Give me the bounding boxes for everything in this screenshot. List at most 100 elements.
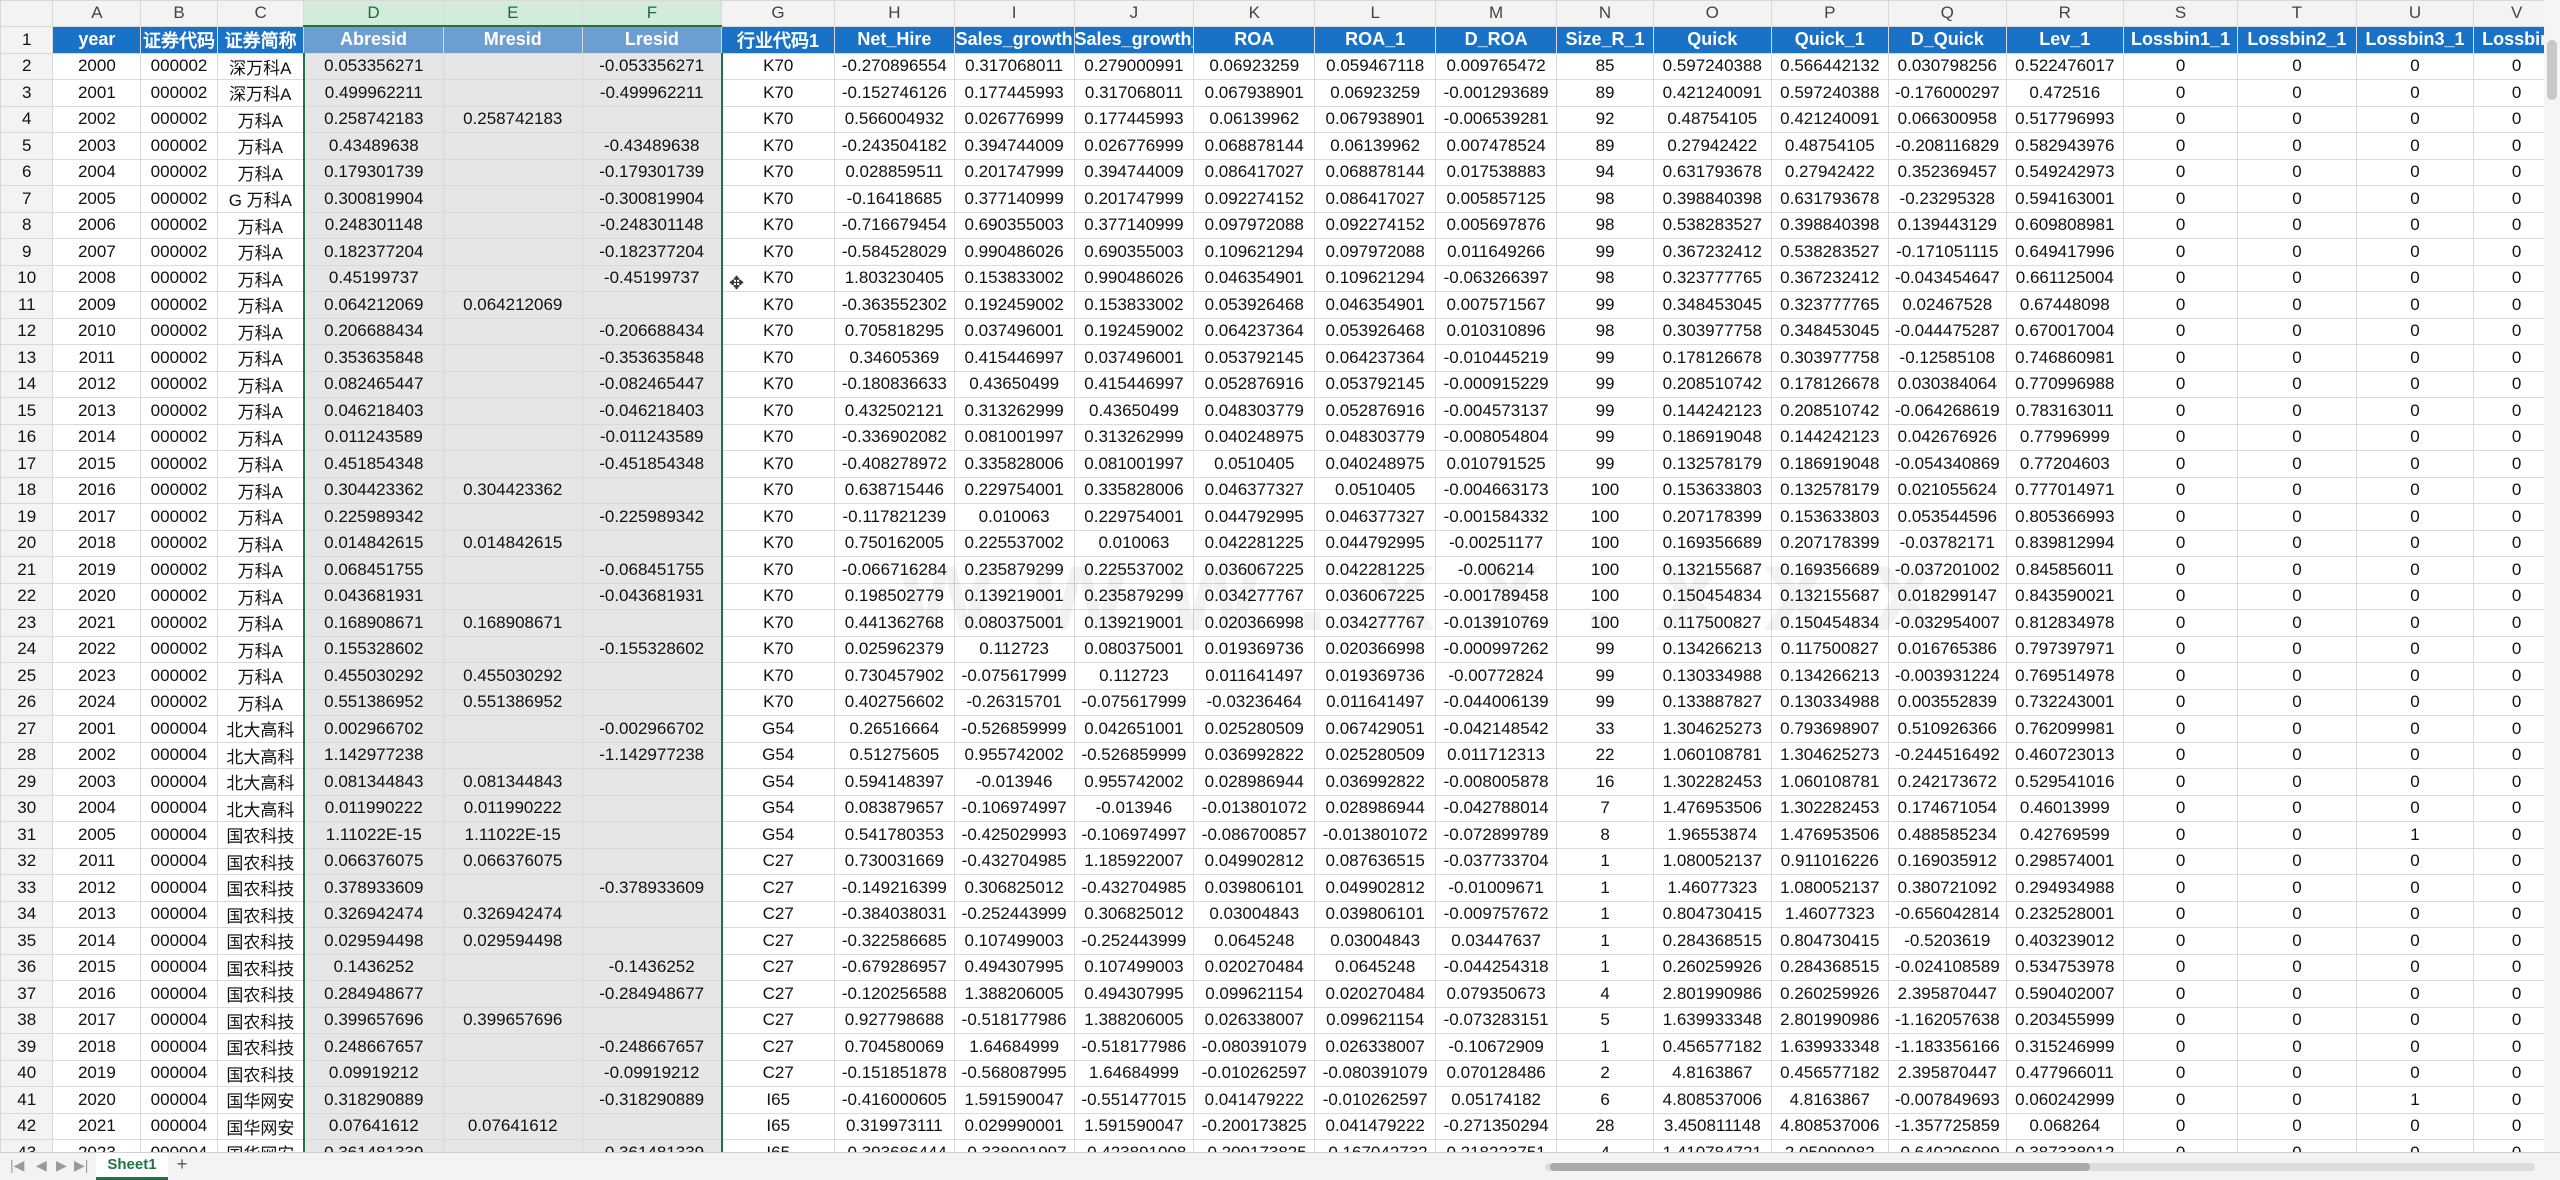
- cell[interactable]: 0: [2237, 635, 2357, 663]
- cell[interactable]: 0.522476017: [2005, 52, 2125, 80]
- cell[interactable]: 0.317068011: [1073, 79, 1195, 107]
- column-letter-K[interactable]: K: [1193, 0, 1316, 27]
- cell[interactable]: 000002: [140, 476, 218, 504]
- row-number[interactable]: 36: [0, 953, 54, 981]
- cell[interactable]: 2.395870447: [1888, 980, 2007, 1008]
- cell[interactable]: -0.00772824: [1435, 662, 1558, 690]
- cell[interactable]: 0.783163011: [2005, 397, 2125, 425]
- cell[interactable]: -0.243504182: [833, 132, 955, 160]
- cell[interactable]: 0: [2237, 423, 2357, 451]
- cell[interactable]: -0.270896554: [833, 52, 955, 80]
- cell[interactable]: 0.927798688: [833, 1006, 955, 1034]
- cell[interactable]: K70: [721, 450, 835, 478]
- cell[interactable]: -0.086700857: [1193, 821, 1316, 849]
- cell[interactable]: [442, 1139, 583, 1152]
- cell[interactable]: 0.112723: [953, 635, 1075, 663]
- cell[interactable]: 0.068451755: [302, 556, 444, 584]
- cell[interactable]: 0.260259926: [1653, 953, 1772, 981]
- cell[interactable]: 0.068264: [2005, 1112, 2125, 1140]
- cell[interactable]: 0: [2123, 768, 2239, 796]
- row-number[interactable]: 12: [0, 317, 54, 345]
- cell[interactable]: 0: [2237, 370, 2357, 398]
- cell[interactable]: 0.300819904: [302, 185, 444, 213]
- cell[interactable]: 1.410784721: [1653, 1139, 1772, 1152]
- cell[interactable]: 0: [2355, 397, 2475, 425]
- cell[interactable]: 100: [1556, 582, 1655, 610]
- cell[interactable]: 1.302282453: [1770, 794, 1890, 822]
- cell[interactable]: 1.304625273: [1653, 715, 1772, 743]
- cell[interactable]: 0: [2237, 317, 2357, 345]
- row-number[interactable]: 29: [0, 768, 54, 796]
- cell[interactable]: 2003: [52, 132, 142, 160]
- cell[interactable]: K70: [721, 211, 835, 239]
- cell[interactable]: 0: [2237, 344, 2357, 372]
- cell[interactable]: [442, 1059, 583, 1087]
- cell[interactable]: 0.011243589: [302, 423, 444, 451]
- cell[interactable]: -0.248301148: [581, 211, 723, 239]
- cell[interactable]: 0: [2237, 688, 2357, 716]
- cell[interactable]: 0: [2355, 741, 2475, 769]
- cell[interactable]: 0: [2123, 980, 2239, 1008]
- cell[interactable]: 0.770996988: [2005, 370, 2125, 398]
- cell[interactable]: 0.044792995: [1314, 529, 1437, 557]
- cell[interactable]: -0.167042732: [1314, 1139, 1437, 1152]
- cell[interactable]: 000002: [140, 132, 218, 160]
- cell[interactable]: [581, 529, 723, 557]
- cell[interactable]: 000002: [140, 344, 218, 372]
- cell[interactable]: -0.044254318: [1435, 953, 1558, 981]
- cell[interactable]: 2003: [52, 768, 142, 796]
- cell[interactable]: 2019: [52, 1059, 142, 1087]
- cell[interactable]: 0.019369736: [1314, 662, 1437, 690]
- cell[interactable]: -0.526859999: [953, 715, 1075, 743]
- row-number[interactable]: 13: [0, 344, 54, 372]
- cell[interactable]: 0: [2355, 317, 2475, 345]
- cell[interactable]: [581, 476, 723, 504]
- row-number[interactable]: 40: [0, 1059, 54, 1087]
- cell[interactable]: 0: [2123, 1033, 2239, 1061]
- cell[interactable]: 2013: [52, 397, 142, 425]
- cell[interactable]: 1.591590047: [1073, 1112, 1195, 1140]
- cell[interactable]: C27: [721, 980, 835, 1008]
- cell[interactable]: 0.052876916: [1193, 370, 1316, 398]
- cell[interactable]: 0.132578179: [1770, 476, 1890, 504]
- cell[interactable]: 0.43650499: [1073, 397, 1195, 425]
- cell[interactable]: 0: [2123, 715, 2239, 743]
- cell[interactable]: 0.132155687: [1653, 556, 1772, 584]
- cell[interactable]: 0.053544596: [1888, 503, 2007, 531]
- cell[interactable]: 0: [2237, 609, 2357, 637]
- column-letter-O[interactable]: O: [1653, 0, 1772, 27]
- cell[interactable]: 000004: [140, 1086, 218, 1114]
- cell[interactable]: 0: [2237, 715, 2357, 743]
- cell[interactable]: -0.082465447: [581, 370, 723, 398]
- cell[interactable]: 000002: [140, 317, 218, 345]
- cell[interactable]: 万科A: [216, 370, 305, 398]
- cell[interactable]: -0.361481339: [581, 1139, 723, 1152]
- cell[interactable]: 0.011641497: [1314, 688, 1437, 716]
- cell[interactable]: [442, 317, 583, 345]
- cell[interactable]: 0.169356689: [1770, 556, 1890, 584]
- cell[interactable]: 0.631793678: [1653, 158, 1772, 186]
- cell[interactable]: -0.043454647: [1888, 264, 2007, 292]
- cell[interactable]: 国农科技: [216, 927, 305, 955]
- cell[interactable]: 0.42769599: [2005, 821, 2125, 849]
- column-title[interactable]: year: [52, 25, 142, 54]
- row-number[interactable]: 5: [0, 132, 54, 160]
- cell[interactable]: 0.067938901: [1314, 105, 1437, 133]
- cell[interactable]: 0.097972088: [1314, 238, 1437, 266]
- cell[interactable]: 万科A: [216, 688, 305, 716]
- cell[interactable]: 0.517796993: [2005, 105, 2125, 133]
- row-number[interactable]: 20: [0, 529, 54, 557]
- cell[interactable]: 国华网安: [216, 1086, 305, 1114]
- cell[interactable]: [442, 450, 583, 478]
- cell[interactable]: 0.260259926: [1770, 980, 1890, 1008]
- cell[interactable]: 1.302282453: [1653, 768, 1772, 796]
- cell[interactable]: [442, 185, 583, 213]
- cell[interactable]: 0: [2237, 582, 2357, 610]
- cell[interactable]: 0.026776999: [953, 105, 1075, 133]
- row-number[interactable]: 42: [0, 1112, 54, 1140]
- cell[interactable]: 0.092274152: [1193, 185, 1316, 213]
- cell[interactable]: 1.304625273: [1770, 741, 1890, 769]
- cell[interactable]: 99: [1556, 635, 1655, 663]
- cell[interactable]: K70: [721, 79, 835, 107]
- column-title[interactable]: 行业代码1: [721, 25, 835, 54]
